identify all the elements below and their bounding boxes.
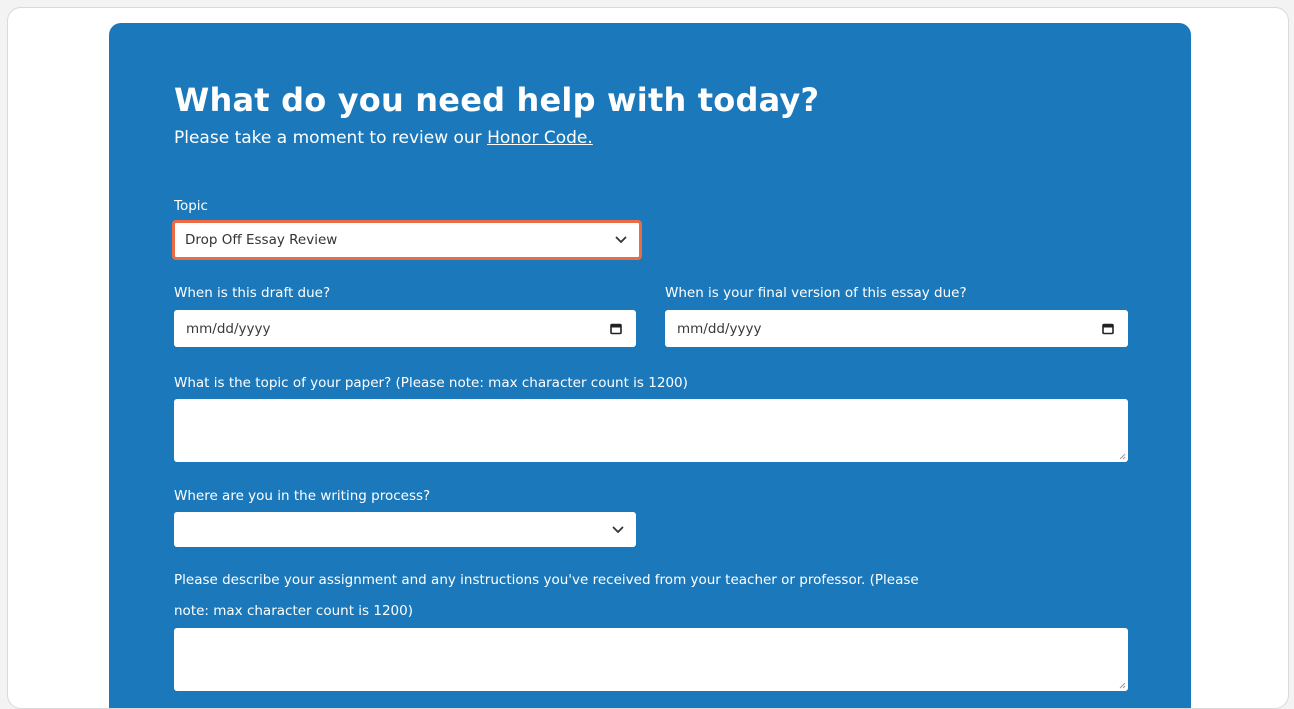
draft-due-date-input[interactable]: mm/dd/yyyy — [174, 310, 636, 347]
chevron-down-icon — [612, 526, 624, 533]
final-due-placeholder: mm/dd/yyyy — [677, 320, 762, 337]
page-title: What do you need help with today? — [174, 81, 820, 119]
writing-process-select[interactable] — [174, 512, 636, 547]
paper-topic-label: What is the topic of your paper? (Please… — [174, 375, 688, 391]
paper-topic-textarea[interactable] — [174, 399, 1128, 462]
topic-select-value: Drop Off Essay Review — [185, 232, 338, 248]
resize-grip-icon[interactable] — [1118, 452, 1126, 460]
chevron-down-icon — [615, 236, 627, 243]
honor-code-notice: Please take a moment to review our Honor… — [174, 128, 593, 148]
resize-grip-icon[interactable] — [1118, 681, 1126, 689]
calendar-icon[interactable] — [1102, 323, 1114, 334]
calendar-icon[interactable] — [610, 323, 622, 334]
final-due-label: When is your final version of this essay… — [665, 285, 967, 301]
draft-due-label: When is this draft due? — [174, 285, 331, 301]
browser-content-frame: What do you need help with today? Please… — [7, 7, 1289, 709]
subtitle-text: Please take a moment to review our — [174, 128, 488, 148]
assignment-label-line2: note: max character count is 1200) — [174, 603, 413, 619]
topic-select[interactable]: Drop Off Essay Review — [172, 220, 642, 260]
help-request-form: What do you need help with today? Please… — [109, 23, 1191, 708]
draft-due-placeholder: mm/dd/yyyy — [186, 320, 271, 337]
assignment-label-line1: Please describe your assignment and any … — [174, 572, 919, 588]
final-due-date-input[interactable]: mm/dd/yyyy — [665, 310, 1128, 347]
writing-process-label: Where are you in the writing process? — [174, 488, 431, 504]
honor-code-link[interactable]: Honor Code. — [487, 128, 593, 148]
assignment-textarea[interactable] — [174, 628, 1128, 691]
topic-label: Topic — [174, 198, 208, 214]
